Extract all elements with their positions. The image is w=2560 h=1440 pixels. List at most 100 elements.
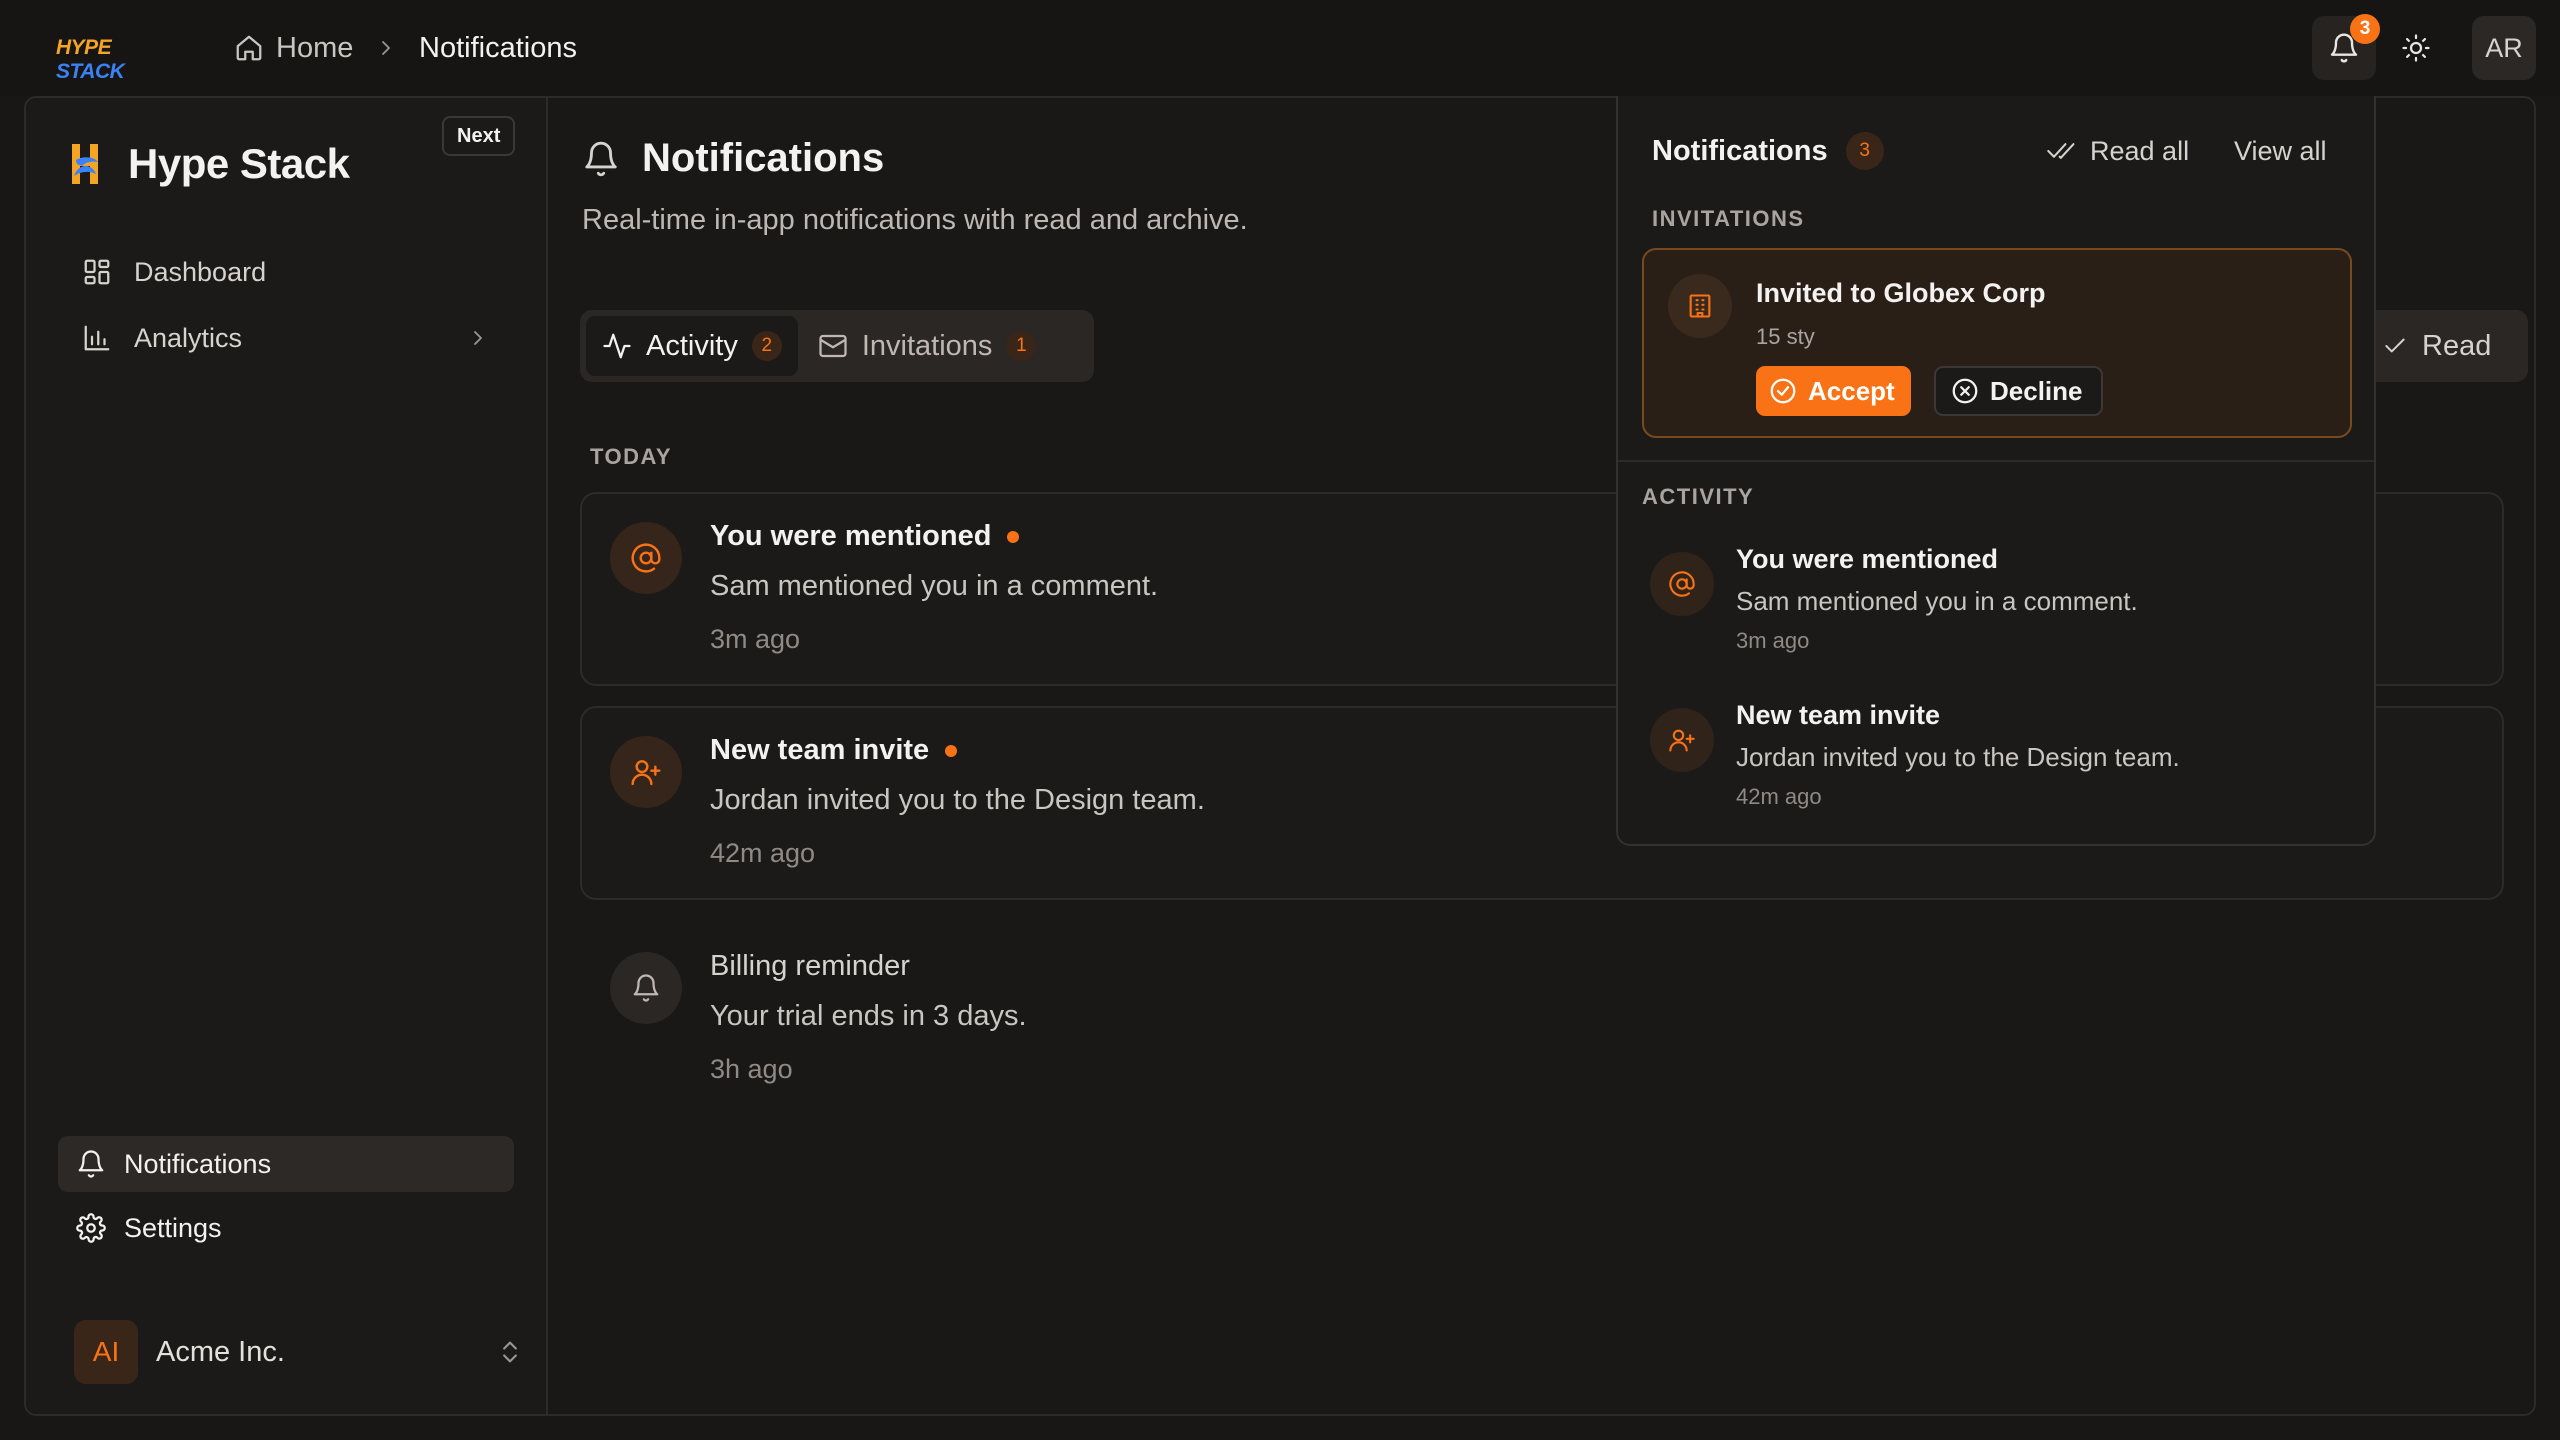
check-check-icon xyxy=(2046,138,2078,164)
tab-count-badge: 1 xyxy=(1006,331,1037,361)
popover-divider xyxy=(1618,460,2374,462)
grid-icon xyxy=(82,257,112,287)
popover-item-time: 3m ago xyxy=(1736,628,1810,653)
read-all-label: Read all xyxy=(2090,135,2190,166)
chevron-right-icon xyxy=(374,30,398,66)
bell-icon xyxy=(76,1149,106,1179)
app-logo[interactable]: HYPE STACK xyxy=(56,30,171,83)
sidebar: Hype Stack Next Dashboard Analytics Noti… xyxy=(26,98,548,1414)
chevrons-up-down-icon xyxy=(496,1338,524,1366)
notification-title-text: Billing reminder xyxy=(710,950,910,982)
notification-time: 3h ago xyxy=(710,1054,793,1084)
tab-count-badge: 2 xyxy=(751,331,782,361)
mail-icon xyxy=(818,331,848,361)
home-icon xyxy=(234,33,264,63)
popover-count-badge: 3 xyxy=(1845,132,1884,170)
bell-icon xyxy=(582,140,620,178)
x-circle-icon xyxy=(1950,376,1980,406)
user-plus-icon xyxy=(1650,708,1714,772)
tab-label: Activity xyxy=(646,329,738,362)
page-description: Real-time in-app notifications with read… xyxy=(582,204,1248,236)
notification-card[interactable]: Billing reminder Your trial ends in 3 da… xyxy=(580,922,2504,1116)
popover-item-title: New team invite xyxy=(1736,700,1941,730)
decline-label: Decline xyxy=(1990,375,2083,406)
sidebar-item-label: Notifications xyxy=(124,1148,272,1179)
notification-time: 3m ago xyxy=(710,624,801,654)
tab-list: Activity 2 Invitations 1 xyxy=(580,310,1094,382)
sidebar-item-notifications[interactable]: Notifications xyxy=(58,1136,514,1192)
sidebar-item-label: Analytics xyxy=(134,322,243,353)
breadcrumb-home[interactable]: Home xyxy=(234,30,353,66)
mark-read-button[interactable]: Read xyxy=(2360,310,2528,382)
accept-invitation-button[interactable]: Accept xyxy=(1756,366,1911,416)
page-title: Notifications xyxy=(582,136,884,181)
sidebar-item-dashboard[interactable]: Dashboard xyxy=(58,244,514,300)
popover-item-body: Jordan invited you to the Design team. xyxy=(1736,742,2180,772)
unread-indicator xyxy=(945,744,958,757)
popover-notification-item[interactable]: You were mentioned Sam mentioned you in … xyxy=(1632,542,2352,672)
invitation-title: Invited to Globex Corp xyxy=(1756,278,2046,308)
brand-name: Hype Stack xyxy=(128,140,350,187)
theme-toggle-button[interactable] xyxy=(2384,16,2448,80)
popover-notification-item[interactable]: New team invite Jordan invited you to th… xyxy=(1632,698,2352,828)
top-bar: HYPE STACK Home Notifications 3 AR xyxy=(0,0,2560,96)
accept-label: Accept xyxy=(1808,375,1895,406)
notification-title-text: New team invite xyxy=(710,734,930,766)
notification-body: Sam mentioned you in a comment. xyxy=(710,570,1159,602)
notification-title-text: You were mentioned xyxy=(710,520,992,552)
logo-word-hype: HYPE xyxy=(56,36,112,59)
unread-indicator xyxy=(1007,530,1020,543)
tab-label: Invitations xyxy=(861,329,993,362)
bell-count-badge: 3 xyxy=(2350,14,2380,44)
notification-title: You were mentioned xyxy=(710,520,1020,553)
page-title-text: Notifications xyxy=(642,136,885,180)
view-all-link[interactable]: View all xyxy=(2234,132,2327,170)
tab-invitations[interactable]: Invitations 1 xyxy=(802,316,1053,376)
notification-title: Billing reminder xyxy=(710,950,910,983)
bar-chart-icon xyxy=(82,323,112,353)
breadcrumb-current: Notifications xyxy=(419,31,577,64)
popover-title: Notifications xyxy=(1652,134,1828,167)
invitation-card: Invited to Globex Corp 15 sty Accept Dec… xyxy=(1642,248,2352,438)
notification-body: Jordan invited you to the Design team. xyxy=(710,784,1205,816)
chevron-right-icon xyxy=(466,326,490,350)
activity-icon xyxy=(602,331,632,361)
brand-logo-icon xyxy=(66,140,106,188)
sidebar-item-settings[interactable]: Settings xyxy=(58,1200,514,1256)
notification-time: 42m ago xyxy=(710,838,816,868)
at-sign-icon xyxy=(1650,552,1714,616)
tab-activity[interactable]: Activity 2 xyxy=(586,316,798,376)
sidebar-item-label: Dashboard xyxy=(134,256,267,287)
notifications-popover: Notifications 3 Read all View all INVITA… xyxy=(1616,96,2376,846)
popover-item-time: 42m ago xyxy=(1736,784,1822,809)
section-label-invitations: INVITATIONS xyxy=(1652,206,1805,231)
read-all-button[interactable]: Read all xyxy=(2046,132,2189,170)
notification-title: New team invite xyxy=(710,734,958,767)
popover-item-title: You were mentioned xyxy=(1736,544,1999,574)
popover-item-body: Sam mentioned you in a comment. xyxy=(1736,586,2138,616)
logo-word-stack: STACK xyxy=(56,60,125,83)
building-icon xyxy=(1668,274,1732,338)
check-icon xyxy=(2382,333,2408,359)
check-circle-icon xyxy=(1768,376,1798,406)
org-name: Acme Inc. xyxy=(156,1335,285,1368)
gear-icon xyxy=(76,1213,106,1243)
version-badge: Next xyxy=(442,116,516,156)
section-label-today: TODAY xyxy=(590,444,673,469)
notification-body: Your trial ends in 3 days. xyxy=(710,1000,1027,1032)
section-label-activity: ACTIVITY xyxy=(1642,484,1755,509)
sun-icon xyxy=(2401,33,2431,63)
logo-wordmark: HYPE STACK xyxy=(56,36,171,84)
at-sign-icon xyxy=(610,522,682,594)
user-avatar[interactable]: AR xyxy=(2472,16,2536,80)
org-switcher[interactable]: AI Acme Inc. xyxy=(74,1320,524,1384)
decline-invitation-button[interactable]: Decline xyxy=(1934,366,2103,416)
bell-icon xyxy=(610,952,682,1024)
mark-read-label: Read xyxy=(2422,329,2492,362)
brand[interactable]: Hype Stack xyxy=(66,140,350,188)
invitation-date: 15 sty xyxy=(1756,324,1815,349)
sidebar-item-label: Settings xyxy=(124,1212,222,1243)
user-plus-icon xyxy=(610,736,682,808)
popover-header: Notifications 3 xyxy=(1652,132,1884,170)
sidebar-item-analytics[interactable]: Analytics xyxy=(58,310,514,366)
